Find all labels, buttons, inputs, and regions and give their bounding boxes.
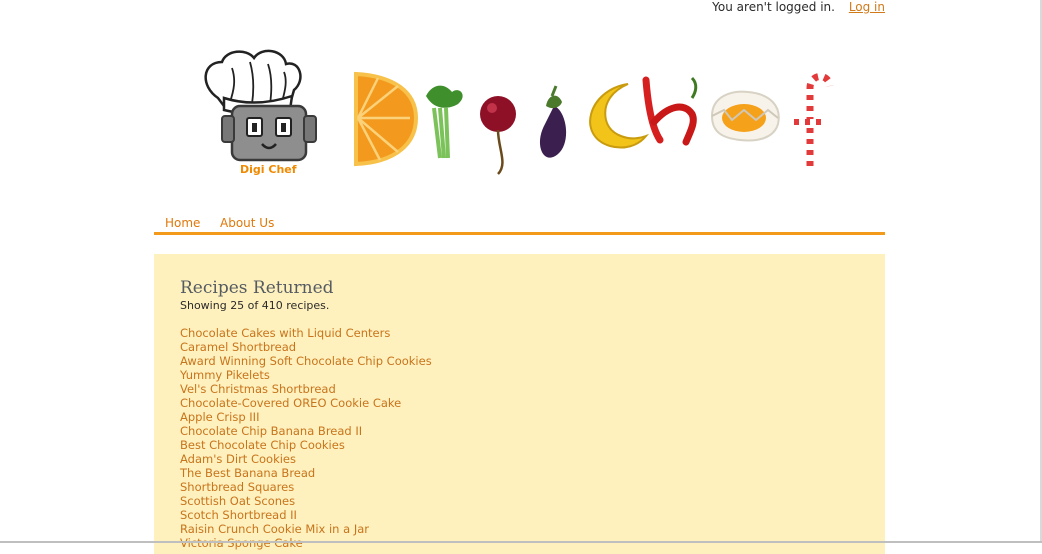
- recipe-list: Chocolate Cakes with Liquid Centers Cara…: [180, 326, 432, 550]
- recipes-panel: Recipes Returned Showing 25 of 410 recip…: [154, 254, 885, 554]
- list-item: Scottish Oat Scones: [180, 494, 432, 508]
- recipe-link[interactable]: Shortbread Squares: [180, 480, 294, 494]
- login-link[interactable]: Log in: [849, 0, 885, 14]
- list-item: Best Chocolate Chip Cookies: [180, 438, 432, 452]
- recipe-link[interactable]: Scottish Oat Scones: [180, 494, 295, 508]
- login-status-text: You aren't logged in.: [712, 0, 835, 14]
- robot-chef-logo[interactable]: [196, 46, 324, 178]
- recipe-link[interactable]: Chocolate-Covered OREO Cookie Cake: [180, 396, 401, 410]
- list-item: The Best Banana Bread: [180, 466, 432, 480]
- nav-about-us-link[interactable]: About Us: [220, 216, 274, 230]
- list-item: Apple Crisp III: [180, 410, 432, 424]
- list-item: Caramel Shortbread: [180, 340, 432, 354]
- nav-home-link[interactable]: Home: [165, 216, 200, 230]
- results-summary: Showing 25 of 410 recipes.: [180, 299, 330, 312]
- list-item: Raisin Crunch Cookie Mix in a Jar: [180, 522, 432, 536]
- list-item: Shortbread Squares: [180, 480, 432, 494]
- list-item: Chocolate Chip Banana Bread II: [180, 424, 432, 438]
- recipe-link[interactable]: Apple Crisp III: [180, 410, 259, 424]
- list-item: Scotch Shortbread II: [180, 508, 432, 522]
- login-bar: You aren't logged in. Log in: [712, 0, 885, 14]
- recipe-link[interactable]: Award Winning Soft Chocolate Chip Cookie…: [180, 354, 432, 368]
- recipe-link[interactable]: Best Chocolate Chip Cookies: [180, 438, 345, 452]
- recipe-link[interactable]: Chocolate Cakes with Liquid Centers: [180, 326, 390, 340]
- main-nav: Home About Us: [154, 214, 885, 235]
- page-title: Recipes Returned: [180, 278, 334, 298]
- recipe-link[interactable]: Adam's Dirt Cookies: [180, 452, 296, 466]
- list-item: Award Winning Soft Chocolate Chip Cookie…: [180, 354, 432, 368]
- list-item: Vel's Christmas Shortbread: [180, 382, 432, 396]
- list-item: Adam's Dirt Cookies: [180, 452, 432, 466]
- digichef-wordmark-logo[interactable]: [348, 66, 843, 178]
- recipe-link[interactable]: Chocolate Chip Banana Bread II: [180, 424, 362, 438]
- list-item: Victoria Sponge Cake: [180, 536, 432, 550]
- list-item: Yummy Pikelets: [180, 368, 432, 382]
- recipe-link[interactable]: Vel's Christmas Shortbread: [180, 382, 336, 396]
- list-item: Chocolate-Covered OREO Cookie Cake: [180, 396, 432, 410]
- list-item: Chocolate Cakes with Liquid Centers: [180, 326, 432, 340]
- recipe-link[interactable]: Victoria Sponge Cake: [180, 536, 303, 550]
- recipe-link[interactable]: The Best Banana Bread: [180, 466, 315, 480]
- recipe-link[interactable]: Yummy Pikelets: [180, 368, 270, 382]
- recipe-link[interactable]: Caramel Shortbread: [180, 340, 296, 354]
- recipe-link[interactable]: Raisin Crunch Cookie Mix in a Jar: [180, 522, 369, 536]
- recipe-link[interactable]: Scotch Shortbread II: [180, 508, 297, 522]
- logo-caption: Digi Chef: [240, 163, 297, 176]
